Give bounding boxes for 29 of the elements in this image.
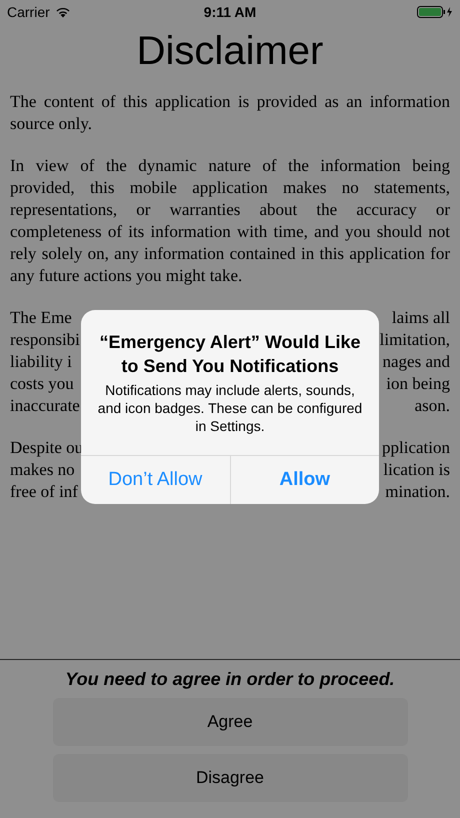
paragraph-fragment: ason. — [414, 395, 450, 417]
wifi-icon — [54, 6, 71, 18]
paragraph-fragment: responsibi — [10, 329, 80, 351]
paragraph-fragment: makes no — [10, 459, 75, 481]
paragraph-fragment: ion being — [386, 373, 450, 395]
alert-button[interactable]: Allow — [230, 456, 379, 504]
battery-charging-icon — [417, 6, 453, 18]
alert-title: “Emergency Alert” Would Like to Send You Notifications — [98, 331, 362, 378]
carrier-label: Carrier — [7, 2, 50, 22]
agreement-notice: You need to agree in order to proceed. — [65, 668, 395, 690]
paragraph-fragment: costs you — [10, 373, 74, 395]
page-title: Disclaimer — [136, 28, 324, 75]
disclaimer-paragraph: In view of the dynamic nature of the information being provided, this mobile application makes no statements, representations, or warranties about the accuracy or completeness of its information with time, and you should not rely solely on, any information contained in this application for any future actions you might take. — [10, 155, 450, 287]
paragraph-fragment: limitation, — [380, 329, 450, 351]
paragraph-fragment: liability i — [10, 351, 72, 373]
paragraph-fragment: free of inf — [10, 481, 78, 503]
disclaimer-paragraph: The content of this application is provided as an information source only. — [10, 91, 450, 135]
paragraph-fragment: mination. — [385, 481, 450, 503]
paragraph-fragment: lication is — [383, 459, 450, 481]
paragraph-fragment: nages and — [382, 351, 450, 373]
paragraph-fragment: pplication — [382, 437, 450, 459]
response-button[interactable]: Agree — [52, 698, 408, 746]
response-button[interactable]: Disagree — [52, 754, 408, 802]
clock-time: 9:11 AM — [204, 2, 256, 22]
alert-button[interactable]: Don’t Allow — [81, 456, 230, 504]
paragraph-fragment: laims all — [392, 307, 450, 329]
paragraph-fragment: inaccurate — [10, 395, 80, 417]
paragraph-fragment: The Eme — [10, 307, 72, 329]
alert-message: Notifications may include alerts, sounds, and icon badges. These can be configured in Settings. — [96, 381, 364, 435]
